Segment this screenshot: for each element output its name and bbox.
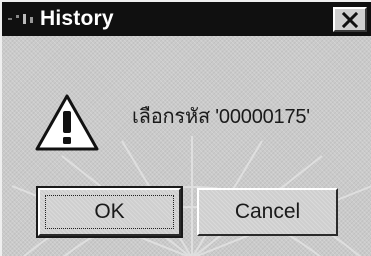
app-icon [6, 12, 40, 26]
focus-rect [45, 195, 174, 229]
close-button[interactable] [333, 7, 367, 32]
history-dialog: History เลือกรหัส '00000175' OK Cancel [0, 0, 371, 256]
title-bar[interactable]: History [2, 2, 371, 36]
window-title: History [40, 7, 114, 30]
warning-icon [34, 93, 100, 153]
ok-button[interactable]: OK [36, 186, 183, 238]
cancel-label: Cancel [234, 200, 301, 223]
cancel-button[interactable]: Cancel [197, 188, 338, 236]
dialog-body: เลือกรหัส '00000175' OK Cancel [2, 36, 371, 256]
dialog-message: เลือกรหัส '00000175' [132, 106, 310, 128]
